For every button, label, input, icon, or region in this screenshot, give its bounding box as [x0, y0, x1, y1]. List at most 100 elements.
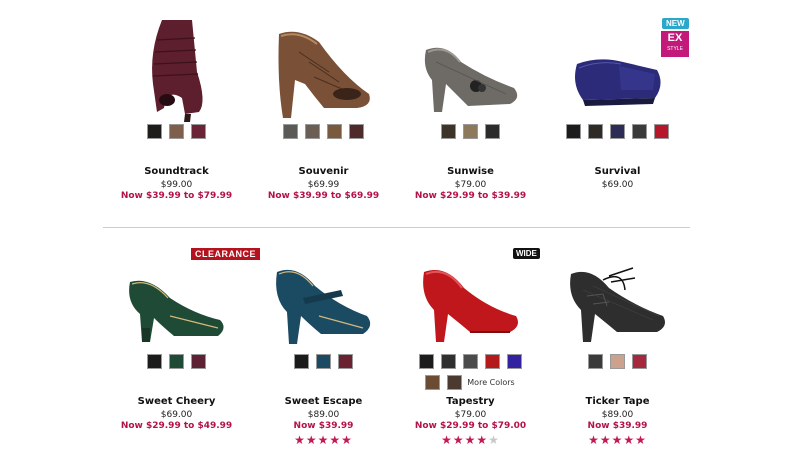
color-swatch[interactable]: [441, 124, 456, 139]
product-name[interactable]: Tapestry: [397, 396, 544, 407]
shoe-image-soundtrack[interactable]: [127, 12, 227, 122]
star-icon: ★: [294, 433, 306, 447]
sale-price: Now $39.99: [293, 421, 354, 431]
star-icon: ★: [588, 433, 600, 447]
sale-price: Now $29.99 to $49.99: [120, 421, 233, 431]
shoe-image-tapestry[interactable]: [416, 260, 526, 345]
star-icon: ★: [441, 433, 453, 447]
product-name[interactable]: Ticker Tape: [544, 396, 691, 407]
color-swatch[interactable]: [425, 375, 441, 390]
sale-price: Now $39.99: [587, 421, 648, 431]
more-colors-link[interactable]: More Colors: [467, 375, 514, 396]
product-name[interactable]: Souvenir: [250, 166, 397, 177]
product-card-tapestry[interactable]: WIDE More Colors Tapestry $79.00 Now $29…: [397, 240, 544, 450]
color-swatch[interactable]: [632, 124, 647, 139]
product-price: $79.00: [454, 180, 487, 190]
product-card-sweet-escape[interactable]: Sweet Escape $89.00 Now $39.99 ★★★★★: [250, 240, 397, 450]
color-swatch[interactable]: [418, 354, 434, 369]
product-card-souvenir[interactable]: Souvenir $69.99 Now $39.99 to $69.99: [250, 0, 397, 220]
color-swatch[interactable]: [588, 124, 603, 139]
star-icon: ★: [599, 433, 612, 447]
product-price: $69.00: [601, 180, 634, 190]
star-icon: ★: [611, 433, 624, 447]
star-icon: ★: [476, 433, 489, 447]
star-rating: ★★★★★: [397, 433, 544, 447]
color-swatch[interactable]: [147, 124, 162, 139]
product-price: $69.00: [160, 410, 193, 420]
wide-badge: WIDE: [513, 248, 540, 259]
product-name[interactable]: Sweet Escape: [250, 396, 397, 407]
color-swatch[interactable]: [654, 124, 669, 139]
color-swatch[interactable]: [283, 124, 298, 139]
color-swatch[interactable]: [447, 375, 463, 390]
color-swatches: [103, 354, 250, 375]
star-icon: ★: [329, 433, 342, 447]
shoe-image-survival[interactable]: [563, 44, 673, 114]
product-name[interactable]: Survival: [544, 166, 691, 177]
color-swatch[interactable]: [316, 354, 331, 369]
sale-price: Now $29.99 to $79.00: [414, 421, 527, 431]
color-swatches: [250, 354, 397, 375]
color-swatch[interactable]: [349, 124, 364, 139]
color-swatch[interactable]: [338, 354, 353, 369]
star-icon: ★: [464, 433, 477, 447]
sale-price: Now $39.99 to $69.99: [267, 191, 380, 201]
star-icon: ★: [623, 433, 636, 447]
color-swatch[interactable]: [440, 354, 456, 369]
star-icon: ★: [488, 433, 500, 447]
shoe-image-sweet-cheery[interactable]: [122, 270, 232, 345]
star-icon: ★: [341, 433, 353, 447]
star-icon: ★: [317, 433, 330, 447]
color-swatch[interactable]: [294, 354, 309, 369]
color-swatch[interactable]: [506, 354, 522, 369]
color-swatches: [544, 354, 691, 375]
product-price: $89.00: [601, 410, 634, 420]
shoe-image-sweet-escape[interactable]: [269, 258, 379, 348]
color-swatch[interactable]: [305, 124, 320, 139]
color-swatch[interactable]: [169, 124, 184, 139]
color-swatches: [544, 124, 691, 145]
star-icon: ★: [635, 433, 647, 447]
product-name[interactable]: Sunwise: [397, 166, 544, 177]
star-icon: ★: [452, 433, 465, 447]
product-card-ticker-tape[interactable]: Ticker Tape $89.00 Now $39.99 ★★★★★: [544, 240, 691, 450]
row-divider: [103, 227, 690, 228]
color-swatch[interactable]: [610, 354, 625, 369]
color-swatches: [250, 124, 397, 145]
star-rating: ★★★★★: [250, 433, 397, 447]
sale-price: Now $29.99 to $39.99: [414, 191, 527, 201]
product-card-soundtrack[interactable]: Soundtrack $99.00 Now $39.99 to $79.99: [103, 0, 250, 220]
product-price: $99.00: [160, 180, 193, 190]
color-swatch[interactable]: [485, 124, 500, 139]
shoe-image-sunwise[interactable]: [416, 32, 526, 117]
color-swatch[interactable]: [610, 124, 625, 139]
product-price: $79.00: [454, 410, 487, 420]
color-swatches: [103, 124, 250, 145]
shoe-image-souvenir[interactable]: [269, 22, 379, 122]
color-swatches: [397, 124, 544, 145]
color-swatch[interactable]: [462, 354, 478, 369]
new-badge: NEW: [662, 18, 689, 29]
color-swatch[interactable]: [566, 124, 581, 139]
color-swatch[interactable]: [632, 354, 647, 369]
star-rating: ★★★★★: [544, 433, 691, 447]
star-icon: ★: [305, 433, 318, 447]
color-swatch[interactable]: [463, 124, 478, 139]
color-swatch[interactable]: [588, 354, 603, 369]
color-swatch[interactable]: [169, 354, 184, 369]
color-swatch[interactable]: [191, 124, 206, 139]
color-swatch[interactable]: [147, 354, 162, 369]
shoe-image-ticker-tape[interactable]: [563, 260, 673, 345]
product-name[interactable]: Sweet Cheery: [103, 396, 250, 407]
color-swatch[interactable]: [191, 354, 206, 369]
product-price: $89.00: [307, 410, 340, 420]
color-swatch[interactable]: [484, 354, 500, 369]
product-card-sweet-cheery[interactable]: CLEARANCE Sweet Cheery $69.00 Now $29.99…: [103, 240, 261, 450]
product-name[interactable]: Soundtrack: [103, 166, 250, 177]
color-swatches: More Colors: [415, 354, 525, 396]
color-swatch[interactable]: [327, 124, 342, 139]
sale-price: Now $39.99 to $79.99: [120, 191, 233, 201]
product-price: $69.99: [307, 180, 340, 190]
product-card-survival[interactable]: NEW EX STYLE Survival $69.00: [544, 0, 691, 220]
product-card-sunwise[interactable]: Sunwise $79.00 Now $29.99 to $39.99: [397, 0, 544, 220]
